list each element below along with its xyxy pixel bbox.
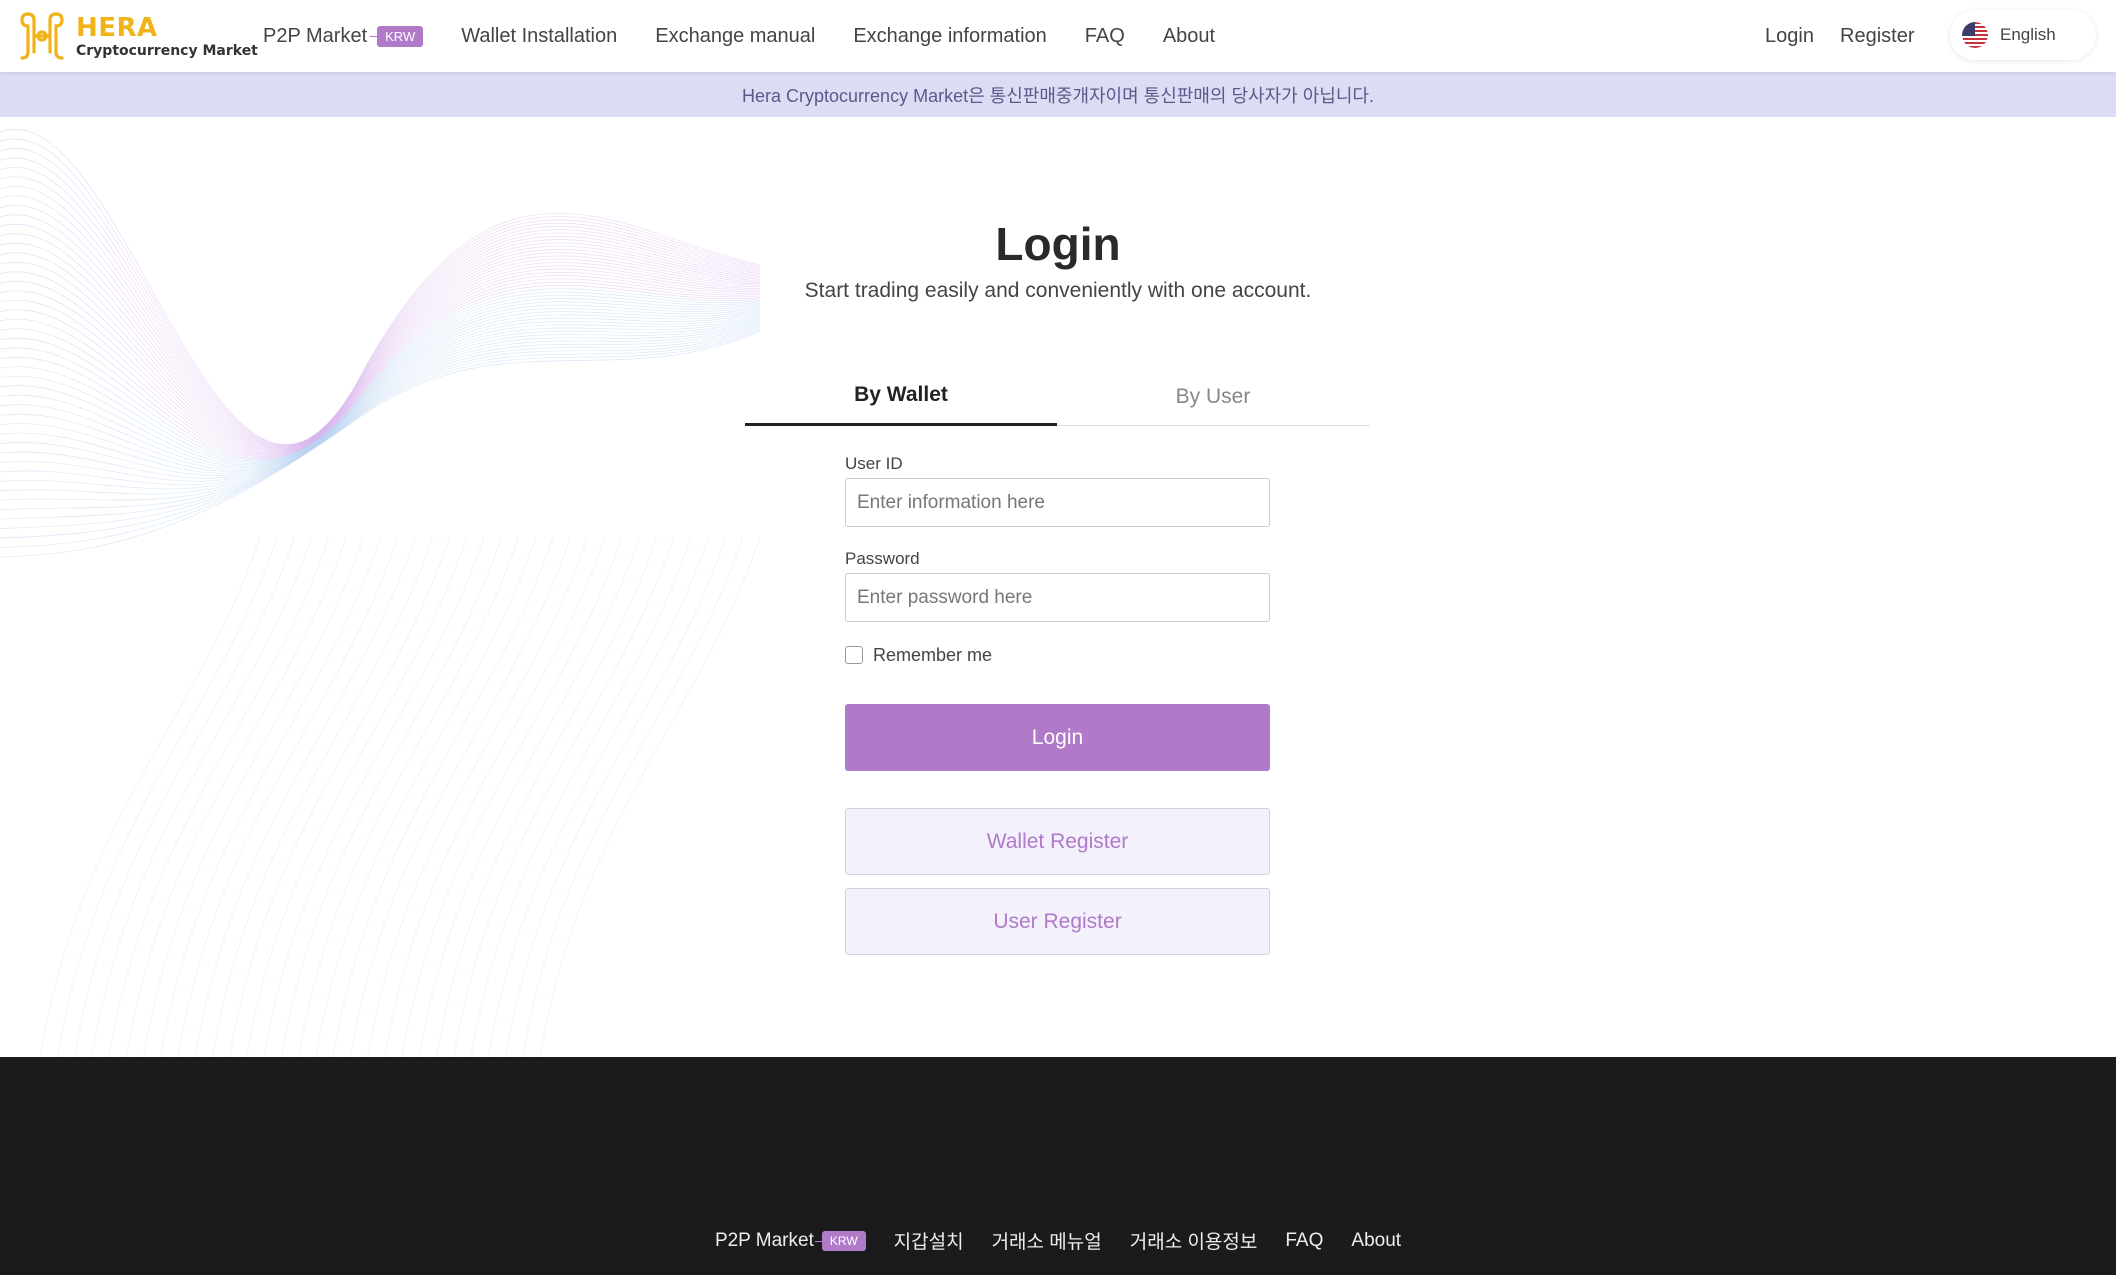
login-button[interactable]: Login <box>845 704 1270 771</box>
footer-nav-exchange-info[interactable]: 거래소 이용정보 <box>1130 1227 1258 1254</box>
login-section: Login Start trading easily and convenien… <box>0 117 2116 1057</box>
footer-nav-label: P2P Market <box>714 1229 814 1251</box>
remember-me-row: Remember me <box>845 643 1270 667</box>
nav-faq[interactable]: FAQ <box>1085 25 1125 48</box>
register-link[interactable]: Register <box>1840 25 1914 48</box>
auth-login-wrap: Login <box>1765 0 1814 72</box>
user-register-button[interactable]: User Register <box>845 888 1270 955</box>
footer-krw-badge: KRW <box>814 1230 866 1251</box>
nav-item-label: P2P Market <box>263 24 368 47</box>
tab-by-user[interactable]: By User <box>1057 367 1369 426</box>
wallet-register-button[interactable]: Wallet Register <box>845 808 1270 875</box>
nav-about[interactable]: About <box>1163 25 1215 48</box>
remember-me-checkbox[interactable] <box>845 646 863 664</box>
notice-text: Hera Cryptocurrency Market은 통신판매중개자이며 통신… <box>742 85 1374 106</box>
page-subtitle: Start trading easily and conveniently wi… <box>804 279 1312 302</box>
krw-badge: KRW <box>370 25 424 47</box>
language-label: English <box>2000 25 2056 44</box>
main-nav: P2P Market KRW Wallet Installation Excha… <box>263 0 1253 72</box>
footer-nav: P2P Market KRW 지갑설치 거래소 메뉴얼 거래소 이용정보 FAQ… <box>0 1227 2116 1254</box>
footer-nav-about[interactable]: About <box>1351 1230 1401 1252</box>
login-tabs: By Wallet By User <box>745 367 1370 426</box>
footer-nav-p2p-market[interactable]: P2P Market KRW <box>715 1230 866 1252</box>
language-selector[interactable]: English <box>1950 10 2096 60</box>
footer-nav-wallet-install[interactable]: 지갑설치 <box>894 1227 964 1254</box>
nav-exchange-manual[interactable]: Exchange manual <box>655 25 815 48</box>
logo-title: HERA <box>76 12 158 43</box>
page-title: Login <box>995 218 1121 270</box>
login-link[interactable]: Login <box>1765 25 1814 48</box>
logo-subtitle: Cryptocurrency Market <box>76 42 258 59</box>
nav-exchange-information[interactable]: Exchange information <box>853 25 1046 48</box>
top-header: HERA Cryptocurrency Market P2P Market KR… <box>0 0 2116 72</box>
notice-bar: Hera Cryptocurrency Market은 통신판매중개자이며 통신… <box>0 72 2116 117</box>
user-id-label: User ID <box>845 454 903 473</box>
login-form: User ID Password Remember me Login Walle… <box>845 452 1270 955</box>
tab-by-wallet[interactable]: By Wallet <box>745 367 1057 426</box>
hera-logo[interactable]: HERA Cryptocurrency Market <box>14 8 258 64</box>
auth-register-wrap: Register <box>1840 0 1914 72</box>
footer-nav-exchange-manual[interactable]: 거래소 메뉴얼 <box>992 1227 1102 1254</box>
footer: P2P Market KRW 지갑설치 거래소 메뉴얼 거래소 이용정보 FAQ… <box>0 1057 2116 1275</box>
password-input[interactable] <box>845 573 1270 622</box>
us-flag-icon <box>1962 22 1988 48</box>
password-label: Password <box>845 549 920 568</box>
user-id-input[interactable] <box>845 478 1270 527</box>
nav-p2p-market[interactable]: P2P Market KRW <box>263 24 424 48</box>
remember-me-label[interactable]: Remember me <box>873 645 992 666</box>
hera-logo-icon <box>20 12 64 60</box>
footer-nav-faq[interactable]: FAQ <box>1285 1230 1323 1252</box>
nav-wallet-installation[interactable]: Wallet Installation <box>461 25 617 48</box>
